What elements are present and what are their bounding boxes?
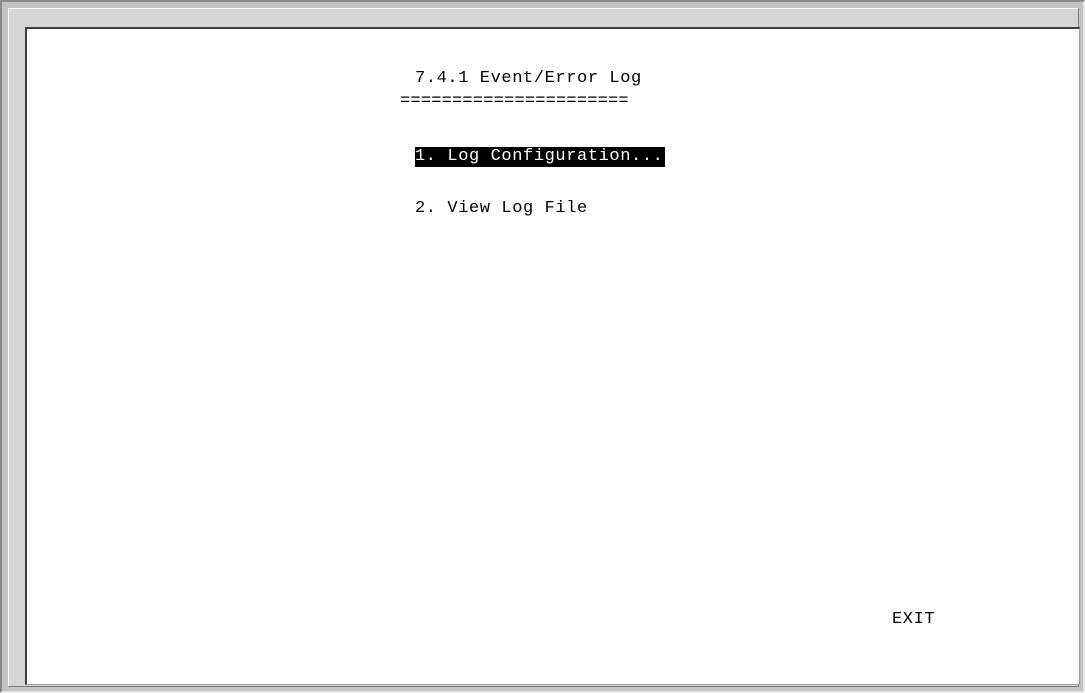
menu-item-view-log-file[interactable]: 2. View Log File (415, 199, 588, 219)
title-underline: ====================== (400, 92, 629, 111)
exit-button[interactable]: EXIT (892, 610, 935, 630)
menu-item-log-configuration[interactable]: 1. Log Configuration... (415, 147, 666, 167)
page-title: 7.4.1 Event/Error Log (415, 69, 642, 88)
terminal-screen: 7.4.1 Event/Error Log ==================… (25, 27, 1080, 685)
